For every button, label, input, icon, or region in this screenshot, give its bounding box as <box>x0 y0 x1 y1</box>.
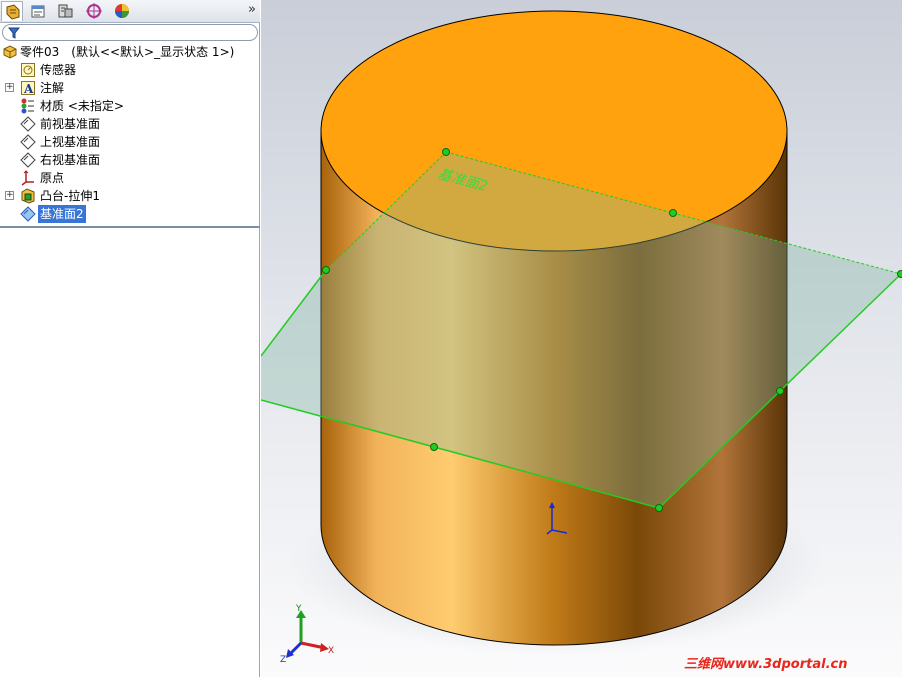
plane-icon <box>20 134 36 150</box>
tree-item-label-selected: 基准面2 <box>38 205 86 223</box>
propertymanager-tab[interactable] <box>27 1 49 21</box>
dimxpert-icon <box>86 3 102 19</box>
display-manager-icon <box>115 4 129 18</box>
sensor-icon <box>21 63 35 77</box>
tree-item-top-plane[interactable]: 上视基准面 <box>0 133 258 151</box>
plane-handle[interactable] <box>897 270 902 278</box>
tree-item-boss-extrude[interactable]: + 凸台-拉伸1 <box>0 187 258 205</box>
origin-icon <box>21 170 34 186</box>
tree-item-right-plane[interactable]: 右视基准面 <box>0 151 258 169</box>
plane-handle[interactable] <box>322 266 330 274</box>
plane-handle[interactable] <box>669 209 677 217</box>
tree-item-label: 注解 <box>40 81 65 95</box>
plane-icon <box>20 152 36 168</box>
material-icon <box>21 98 34 114</box>
tree-root-label: 零件03 (默认<<默认>_显示状态 1>) <box>20 45 235 59</box>
expand-toggle[interactable]: + <box>5 191 14 200</box>
plane-handle[interactable] <box>776 387 784 395</box>
plane-handle[interactable] <box>430 443 438 451</box>
tree-item-annotations[interactable]: + A 注解 <box>0 79 258 97</box>
tree-item-label: 原点 <box>40 171 65 185</box>
site-watermark: 三维网www.3dportal.cn <box>684 657 848 672</box>
tree-root-part[interactable]: 零件03 (默认<<默认>_显示状态 1>) <box>0 43 258 61</box>
configurationmanager-icon <box>58 4 73 18</box>
panel-tab-bar: » <box>0 0 260 23</box>
tree-item-label: 前视基准面 <box>40 117 101 131</box>
expand-toggle[interactable]: + <box>5 83 14 92</box>
plane-handle[interactable] <box>442 148 450 156</box>
graphics-viewport[interactable]: 基准面2 Y X Z <box>261 0 902 677</box>
tree-item-label: 凸台-拉伸1 <box>40 189 100 203</box>
tree-rollback-bar[interactable] <box>0 226 260 228</box>
plane-icon <box>20 206 36 222</box>
feature-manager-panel: » 零件03 (默认<<默认>_显示状态 1>) 传感器 + A 注解 材质 <… <box>0 0 260 677</box>
reference-triad: Y X Z <box>280 604 334 665</box>
tree-item-material[interactable]: 材质 <未指定> <box>0 97 258 115</box>
triad-y-label: Y <box>295 604 302 614</box>
tree-item-plane2[interactable]: 基准面2 <box>0 205 258 223</box>
tree-item-label: 上视基准面 <box>40 135 101 149</box>
filter-icon <box>8 27 20 39</box>
triad-x-label: X <box>328 646 334 656</box>
featuremanager-tab[interactable] <box>1 1 23 21</box>
plane-handle[interactable] <box>655 504 663 512</box>
configurationmanager-tab[interactable] <box>55 1 77 21</box>
dimxpert-tab[interactable] <box>83 1 105 21</box>
tree-item-sensors[interactable]: 传感器 <box>0 61 258 79</box>
tree-item-origin[interactable]: 原点 <box>0 169 258 187</box>
tree-item-label: 传感器 <box>40 63 77 77</box>
part-icon <box>3 45 17 59</box>
model-canvas[interactable]: 基准面2 Y X Z <box>261 0 902 677</box>
tree-filter-input[interactable] <box>2 24 258 41</box>
display-manager-tab[interactable] <box>111 1 133 21</box>
triad-z-label: Z <box>280 655 286 665</box>
tree-item-label: 右视基准面 <box>40 153 101 167</box>
extrude-icon <box>21 188 35 204</box>
propertymanager-icon <box>31 5 45 18</box>
more-tabs-button[interactable]: » <box>248 2 256 17</box>
plane-icon <box>20 116 36 132</box>
annotation-icon: A <box>21 81 35 96</box>
featuremanager-icon <box>6 4 20 20</box>
tree-item-label: 材质 <未指定> <box>40 99 124 113</box>
tree-item-front-plane[interactable]: 前视基准面 <box>0 115 258 133</box>
svg-text:A: A <box>23 82 34 96</box>
